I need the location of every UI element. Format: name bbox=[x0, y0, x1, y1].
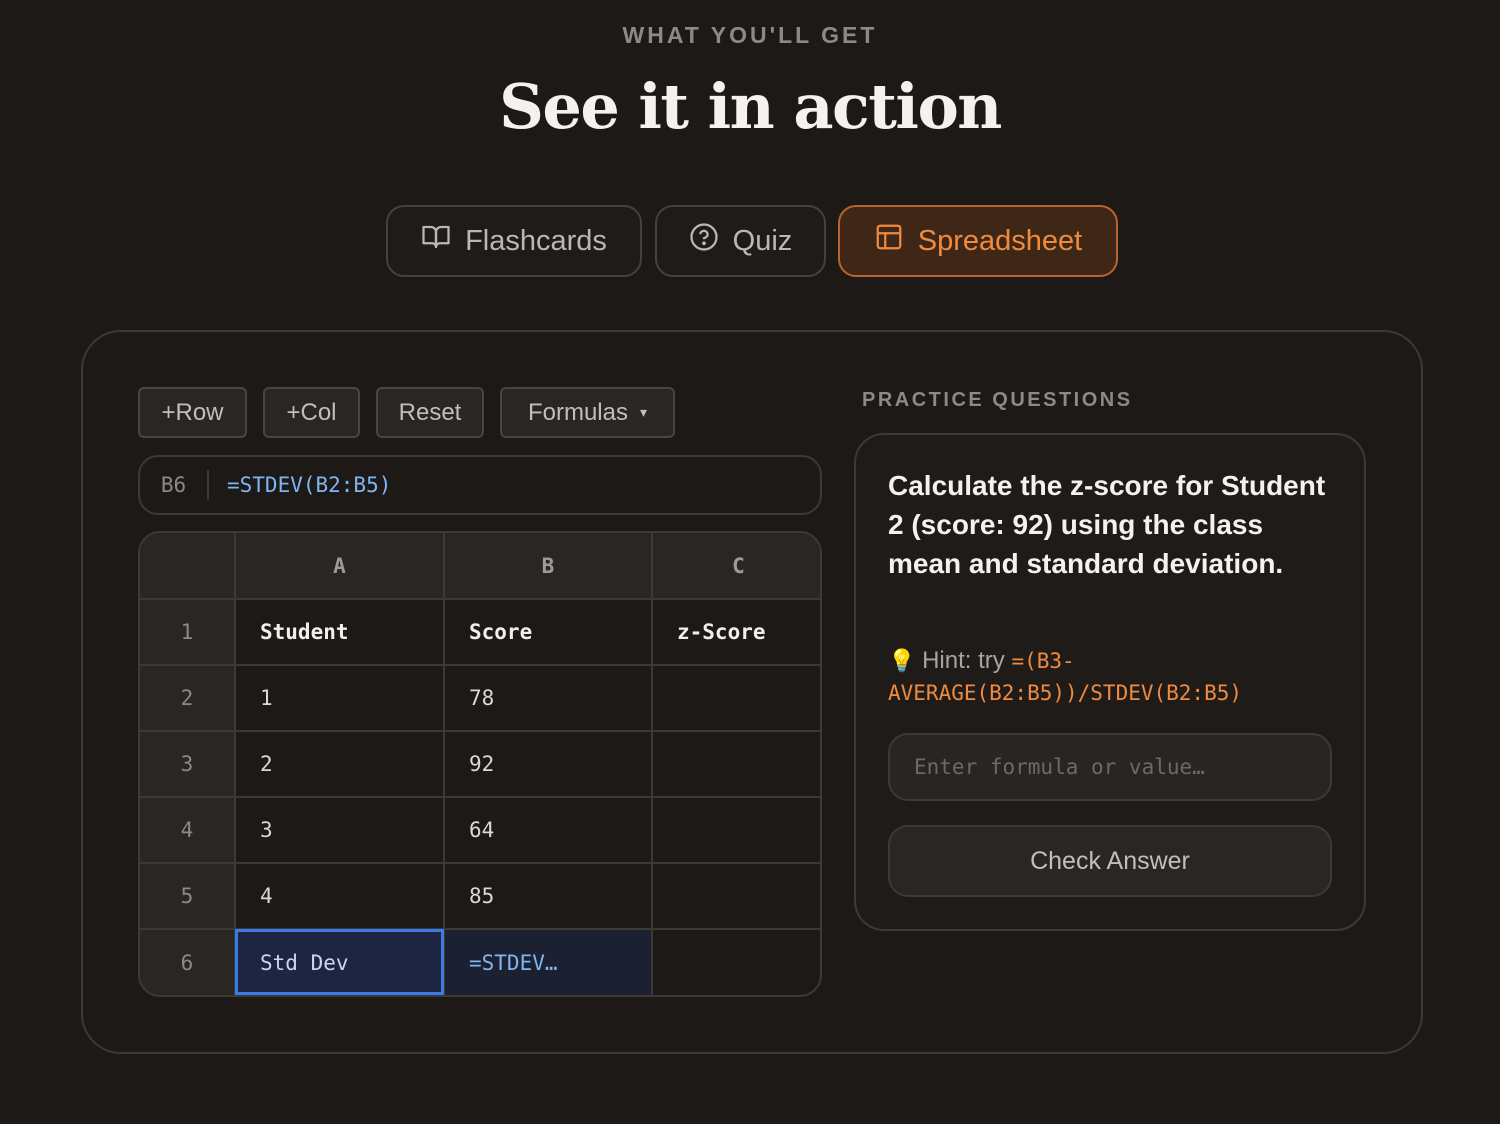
table-row: 4 3 64 bbox=[140, 796, 820, 864]
column-header-a[interactable]: A bbox=[234, 533, 445, 600]
cell-c5[interactable] bbox=[651, 862, 820, 930]
hint: 💡 Hint: try =(B3-AVERAGE(B2:B5))/STDEV(B… bbox=[888, 645, 1338, 709]
table-row: 1 Student Score z-Score bbox=[140, 598, 820, 666]
column-header-b[interactable]: B bbox=[443, 533, 653, 600]
corner-cell bbox=[140, 533, 236, 600]
formula-bar[interactable]: B6 =STDEV(B2:B5) bbox=[138, 455, 822, 515]
cell-a4[interactable]: 3 bbox=[234, 796, 445, 864]
cell-c6[interactable] bbox=[651, 928, 820, 995]
table-row: 6 Std Dev =STDEV… bbox=[140, 928, 820, 995]
tab-spreadsheet[interactable]: Spreadsheet bbox=[838, 205, 1118, 277]
tab-flashcards[interactable]: Flashcards bbox=[386, 205, 642, 277]
table-icon bbox=[874, 222, 904, 260]
table-row: 3 2 92 bbox=[140, 730, 820, 798]
cell-b1[interactable]: Score bbox=[443, 598, 653, 666]
spreadsheet-grid: A B C 1 Student Score z-Score 2 1 78 3 2… bbox=[138, 531, 822, 997]
formulas-label: Formulas bbox=[527, 398, 628, 426]
column-header-row: A B C bbox=[140, 533, 820, 600]
practice-questions-label: PRACTICE QUESTIONS bbox=[862, 389, 1133, 411]
check-answer-button[interactable]: Check Answer bbox=[888, 825, 1332, 897]
formula-expression[interactable]: =STDEV(B2:B5) bbox=[209, 473, 391, 497]
section-eyebrow: WHAT YOU'LL GET bbox=[622, 22, 878, 48]
cell-b6[interactable]: =STDEV… bbox=[443, 928, 653, 995]
cell-c4[interactable] bbox=[651, 796, 820, 864]
answer-input[interactable] bbox=[888, 733, 1332, 801]
help-circle-icon bbox=[689, 222, 719, 260]
tab-quiz[interactable]: Quiz bbox=[655, 205, 826, 277]
formulas-dropdown[interactable]: Formulas ▾ bbox=[500, 387, 675, 438]
hint-prefix: Hint: try bbox=[922, 647, 1005, 674]
table-row: 5 4 85 bbox=[140, 862, 820, 930]
tab-label: Quiz bbox=[732, 224, 793, 257]
row-number[interactable]: 3 bbox=[140, 730, 236, 798]
cell-c1[interactable]: z-Score bbox=[651, 598, 820, 666]
tab-label: Flashcards bbox=[465, 224, 607, 257]
cell-c3[interactable] bbox=[651, 730, 820, 798]
question-text: Calculate the z-score for Student 2 (sco… bbox=[888, 470, 1326, 579]
cell-a5[interactable]: 4 bbox=[234, 862, 445, 930]
row-number[interactable]: 1 bbox=[140, 598, 236, 666]
cell-a1[interactable]: Student bbox=[234, 598, 445, 666]
row-number[interactable]: 6 bbox=[140, 928, 236, 995]
row-number[interactable]: 5 bbox=[140, 862, 236, 930]
chevron-down-icon: ▾ bbox=[640, 404, 648, 420]
reset-button[interactable]: Reset bbox=[376, 387, 484, 438]
book-open-icon bbox=[421, 222, 451, 260]
cell-a3[interactable]: 2 bbox=[234, 730, 445, 798]
cell-b2[interactable]: 78 bbox=[443, 664, 653, 732]
section-title: See it in action bbox=[499, 70, 1002, 143]
cell-b3[interactable]: 92 bbox=[443, 730, 653, 798]
row-number[interactable]: 4 bbox=[140, 796, 236, 864]
cell-b4[interactable]: 64 bbox=[443, 796, 653, 864]
cell-b5[interactable]: 85 bbox=[443, 862, 653, 930]
cell-a6-selected[interactable]: Std Dev bbox=[234, 928, 445, 995]
column-header-c[interactable]: C bbox=[651, 533, 820, 600]
add-row-button[interactable]: +Row bbox=[138, 387, 247, 438]
table-row: 2 1 78 bbox=[140, 664, 820, 732]
lightbulb-icon: 💡 bbox=[888, 648, 916, 673]
row-number[interactable]: 2 bbox=[140, 664, 236, 732]
tab-label: Spreadsheet bbox=[917, 224, 1083, 257]
cell-reference: B6 bbox=[140, 470, 209, 500]
cell-a2[interactable]: 1 bbox=[234, 664, 445, 732]
add-col-button[interactable]: +Col bbox=[263, 387, 360, 438]
cell-c2[interactable] bbox=[651, 664, 820, 732]
